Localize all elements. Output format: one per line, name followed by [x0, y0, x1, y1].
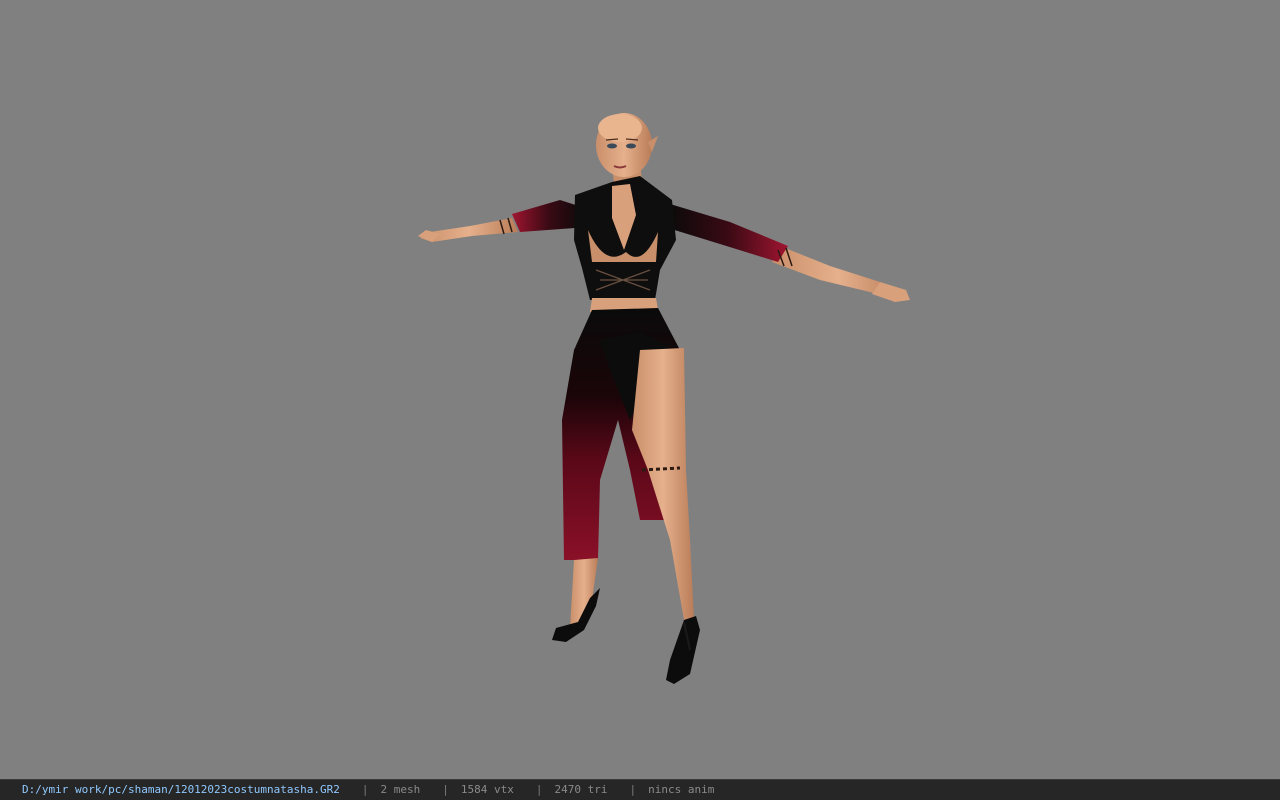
torso: [574, 176, 676, 312]
separator: |: [442, 783, 449, 796]
3d-viewport[interactable]: [0, 0, 1280, 779]
separator: |: [535, 783, 543, 796]
separator: |: [361, 783, 369, 796]
status-bar: D:/ymir work/pc/shaman/12012023costumnat…: [0, 779, 1280, 800]
head: [596, 113, 658, 186]
animation-status: nincs anim: [648, 783, 715, 796]
vertex-count: 1584 vtx: [460, 783, 514, 796]
file-path: D:/ymir work/pc/shaman/12012023costumnat…: [22, 783, 340, 796]
right-arm: [668, 204, 910, 302]
separator: |: [629, 783, 637, 796]
character-model[interactable]: [0, 0, 1280, 779]
mesh-count: 2 mesh: [380, 783, 421, 796]
triangle-count: 2470 tri: [554, 783, 608, 796]
left-arm: [418, 200, 585, 242]
